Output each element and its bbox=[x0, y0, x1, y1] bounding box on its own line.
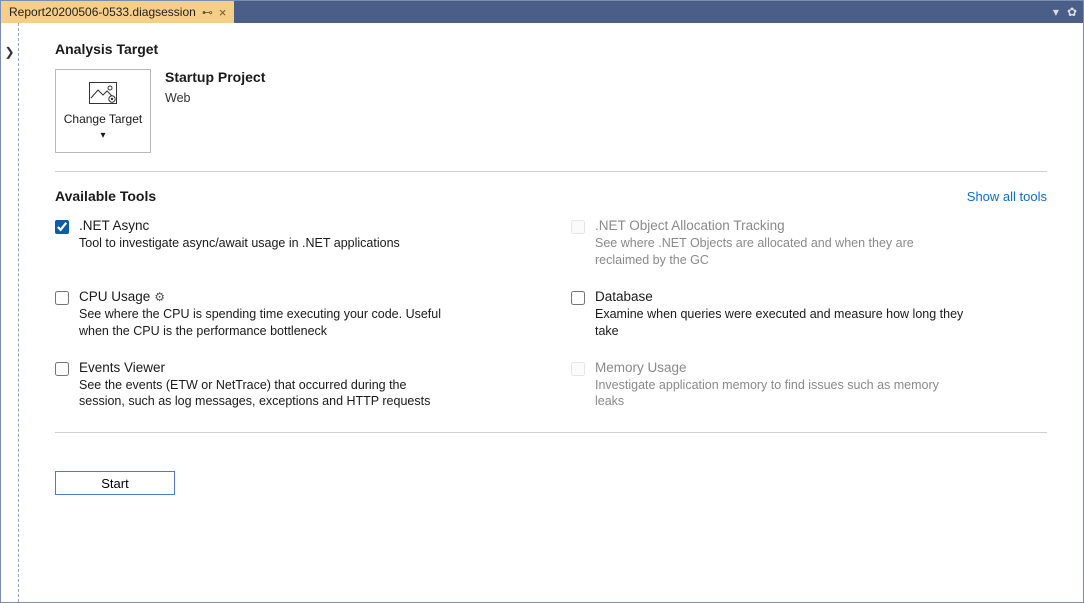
tool-name: Events Viewer bbox=[79, 360, 449, 375]
project-subtitle: Web bbox=[165, 91, 265, 105]
tool-cpu-checkbox[interactable] bbox=[55, 291, 69, 305]
tool-net-alloc-checkbox bbox=[571, 220, 585, 234]
collapse-gutter[interactable]: ❯ bbox=[1, 23, 19, 602]
gear-icon[interactable]: ⚙ bbox=[154, 290, 165, 304]
analysis-target-heading: Analysis Target bbox=[55, 41, 1047, 57]
tool-cpu: CPU Usage⚙ See where the CPU is spending… bbox=[55, 289, 531, 340]
tool-net-async: .NET Async Tool to investigate async/awa… bbox=[55, 218, 531, 269]
document-tab[interactable]: Report20200506-0533.diagsession ⊷ × bbox=[1, 1, 234, 23]
gear-icon[interactable]: ✿ bbox=[1067, 5, 1077, 19]
tool-name: Memory Usage bbox=[595, 360, 965, 375]
tab-bar: Report20200506-0533.diagsession ⊷ × ▾ ✿ bbox=[1, 1, 1083, 23]
start-button[interactable]: Start bbox=[55, 471, 175, 495]
divider bbox=[55, 432, 1047, 433]
chevron-right-icon: ❯ bbox=[4, 45, 14, 602]
tabbar-controls: ▾ ✿ bbox=[1053, 1, 1077, 23]
show-all-tools-link[interactable]: Show all tools bbox=[967, 189, 1047, 204]
tool-net-async-checkbox[interactable] bbox=[55, 220, 69, 234]
project-title: Startup Project bbox=[165, 69, 265, 85]
tool-name: .NET Object Allocation Tracking bbox=[595, 218, 965, 233]
tool-events: Events Viewer See the events (ETW or Net… bbox=[55, 360, 531, 411]
tool-database-checkbox[interactable] bbox=[571, 291, 585, 305]
target-info: Startup Project Web bbox=[165, 69, 265, 105]
divider bbox=[55, 171, 1047, 172]
close-icon[interactable]: × bbox=[219, 5, 227, 20]
tab-title: Report20200506-0533.diagsession bbox=[9, 5, 196, 19]
tool-net-alloc: .NET Object Allocation Tracking See wher… bbox=[571, 218, 1047, 269]
tool-memory: Memory Usage Investigate application mem… bbox=[571, 360, 1047, 411]
tool-name: CPU Usage⚙ bbox=[79, 289, 449, 304]
pin-icon[interactable]: ⊷ bbox=[202, 6, 213, 19]
image-gear-icon bbox=[89, 82, 117, 108]
tool-name: Database bbox=[595, 289, 965, 304]
tool-memory-checkbox bbox=[571, 362, 585, 376]
tool-desc: Examine when queries were executed and m… bbox=[595, 306, 965, 340]
tool-desc: See where the CPU is spending time execu… bbox=[79, 306, 449, 340]
main-content: Analysis Target Change Target Startup Pr… bbox=[19, 23, 1083, 602]
tool-desc: See the events (ETW or NetTrace) that oc… bbox=[79, 377, 449, 411]
tool-desc: Investigate application memory to find i… bbox=[595, 377, 965, 411]
tool-events-checkbox[interactable] bbox=[55, 362, 69, 376]
change-target-label: Change Target bbox=[60, 112, 146, 142]
dropdown-icon[interactable]: ▾ bbox=[1053, 5, 1059, 19]
available-tools-heading: Available Tools bbox=[55, 188, 156, 204]
change-target-button[interactable]: Change Target bbox=[55, 69, 151, 153]
tool-desc: Tool to investigate async/await usage in… bbox=[79, 235, 400, 252]
tool-name: .NET Async bbox=[79, 218, 400, 233]
tool-desc: See where .NET Objects are allocated and… bbox=[595, 235, 965, 269]
tool-database: Database Examine when queries were execu… bbox=[571, 289, 1047, 340]
